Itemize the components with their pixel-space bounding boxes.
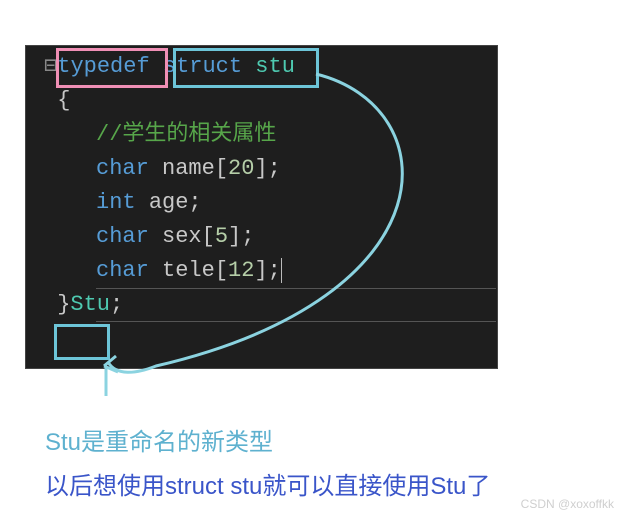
code-line-field-sex: char sex[5]; bbox=[26, 220, 497, 254]
type-identifier-stu: stu bbox=[255, 54, 295, 79]
highlight-box-stu-alias bbox=[54, 324, 110, 360]
text-cursor bbox=[281, 258, 282, 283]
code-line-field-tele: char tele[12]; bbox=[26, 254, 497, 288]
comment-text: //学生的相关属性 bbox=[96, 122, 276, 147]
keyword-typedef: typedef bbox=[57, 54, 149, 79]
code-line-alias: }Stu; bbox=[26, 288, 497, 322]
code-editor-panel: ⊟typedef struct stu { //学生的相关属性 char nam… bbox=[25, 45, 498, 369]
fold-icon: ⊟ bbox=[44, 54, 57, 79]
code-line-brace-open: { bbox=[26, 84, 497, 118]
watermark-text: CSDN @xoxoffkk bbox=[521, 497, 614, 511]
code-content: ⊟typedef struct stu { //学生的相关属性 char nam… bbox=[26, 46, 497, 326]
code-line-typedef: ⊟typedef struct stu bbox=[26, 50, 497, 84]
code-line-field-age: int age; bbox=[26, 186, 497, 220]
alias-identifier-stu: Stu bbox=[70, 292, 110, 317]
code-line-field-name: char name[20]; bbox=[26, 152, 497, 186]
explanation-line-1: Stu是重命名的新类型 bbox=[45, 424, 614, 462]
keyword-struct: struct bbox=[163, 54, 242, 79]
code-line-comment: //学生的相关属性 bbox=[26, 118, 497, 152]
explanation-block: Stu是重命名的新类型 以后想使用struct stu就可以直接使用Stu了 bbox=[45, 424, 614, 506]
